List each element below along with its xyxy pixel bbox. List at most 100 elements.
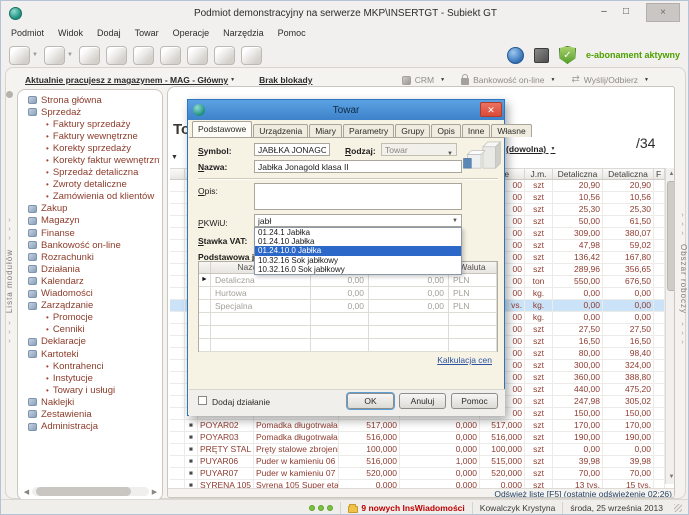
nazwa-input[interactable]: [254, 160, 462, 173]
resize-grip[interactable]: [674, 504, 682, 512]
tool-icon-6[interactable]: [160, 46, 181, 65]
table-row[interactable]: ■ PUYAR06 Puder w kamieniu 06 516,000 1,…: [170, 456, 665, 468]
sidebar-item[interactable]: • Naklejki: [22, 396, 160, 408]
sidebar-item[interactable]: • Rozrachunki: [22, 251, 160, 263]
dropdown-option[interactable]: 10.32.16 Sok jabłkowy: [255, 256, 461, 265]
menu-item[interactable]: Towar: [135, 28, 159, 42]
dialog-tab[interactable]: Opis: [431, 124, 460, 137]
price-row[interactable]: Hurtowa 0,00 0,00 PLN: [199, 287, 497, 300]
sidebar-item[interactable]: • Kontrahenci: [22, 360, 160, 372]
menu-item[interactable]: Operacje: [173, 28, 210, 42]
dialog-tab[interactable]: Grupy: [395, 124, 430, 137]
symbol-input[interactable]: [254, 143, 330, 156]
scroll-down-icon[interactable]: ▼: [666, 471, 675, 483]
dialog-close-button[interactable]: ✕: [480, 102, 502, 117]
price-row[interactable]: ► Detaliczna 0,00 0,00 PLN: [199, 274, 497, 287]
sidebar-item[interactable]: • Zakup: [22, 203, 160, 215]
price-row[interactable]: [199, 313, 497, 326]
sidebar-item[interactable]: • Faktury sprzedaży: [22, 118, 160, 130]
dialog-tab[interactable]: Inne: [462, 124, 491, 137]
sidebar-item[interactable]: • Deklaracje: [22, 336, 160, 348]
pomoc-button[interactable]: Pomoc: [451, 393, 498, 409]
dialog-tab[interactable]: Miary: [309, 124, 342, 137]
tool-icon-7[interactable]: [187, 46, 208, 65]
table-row[interactable]: ■ POYAR03 Pomadka długotrwała 03 516,000…: [170, 432, 665, 444]
sidebar-item[interactable]: • Sprzedaż detaliczna: [22, 167, 160, 179]
sidebar-item[interactable]: • Zarządzanie: [22, 300, 160, 312]
sidebar-item[interactable]: • Instytucje: [22, 372, 160, 384]
dropdown-option[interactable]: 01.24.10.0 Jabłka: [255, 246, 461, 255]
chevron-down-icon[interactable]: ▼: [452, 218, 458, 224]
blokada-link[interactable]: Brak blokady: [259, 75, 312, 85]
right-strip[interactable]: › › › Obszar roboczy › › ›: [676, 91, 689, 491]
dialog-tab[interactable]: Podstawowe: [192, 121, 252, 137]
dropdown-option[interactable]: 01.24.1 Jabłka: [255, 228, 461, 237]
tool-icon-9[interactable]: [241, 46, 262, 65]
price-row[interactable]: [199, 339, 497, 352]
tool-icon-8[interactable]: [214, 46, 235, 65]
sidebar-item[interactable]: • Zwroty detaliczne: [22, 179, 160, 191]
column-header[interactable]: Detaliczna: [553, 169, 603, 179]
shield-check-icon[interactable]: ✓: [559, 46, 576, 64]
menu-item[interactable]: Widok: [58, 28, 83, 42]
refresh-link[interactable]: Odśwież listę [F5] (ostatnie odświeżenie…: [494, 489, 672, 498]
sidebar-item[interactable]: • Wiadomości: [22, 288, 160, 300]
maximize-button[interactable]: □: [618, 5, 634, 20]
menu-item[interactable]: Dodaj: [97, 28, 121, 42]
left-strip[interactable]: › › › Lista modułów › › ›: [3, 91, 16, 491]
sidebar-item[interactable]: • Korekty sprzedaży: [22, 142, 160, 154]
menu-item[interactable]: Narzędzia: [223, 28, 264, 42]
table-row[interactable]: ■ PRĘTY STAL Pręty stalowe zbrojeniowe f…: [170, 444, 665, 456]
dialog-tab[interactable]: Urządzenia: [253, 124, 308, 137]
dropdown-option[interactable]: 01.24.10 Jabłka: [255, 237, 461, 246]
sidebar-item[interactable]: • Kalendarz: [22, 275, 160, 287]
sidebar-item[interactable]: • Finanse: [22, 227, 160, 239]
sidebar-item[interactable]: • Strona główna: [22, 94, 160, 106]
scroll-left-icon[interactable]: ◀: [21, 488, 32, 496]
tool-icon-1[interactable]: ▼: [9, 46, 38, 65]
column-header[interactable]: [170, 169, 185, 179]
opis-textarea[interactable]: [254, 183, 462, 210]
dropdown-option[interactable]: 10.32.16.0 Sok jabłkowy: [255, 265, 461, 274]
menu-item[interactable]: Podmiot: [11, 28, 44, 42]
sidebar-item[interactable]: • Towary i usługi: [22, 384, 160, 396]
menu-item[interactable]: Pomoc: [278, 28, 306, 42]
tool-icon-4[interactable]: [106, 46, 127, 65]
anuluj-button[interactable]: Anuluj: [399, 393, 446, 409]
close-button[interactable]: ×: [646, 3, 680, 22]
scroll-thumb[interactable]: [667, 181, 675, 291]
sidebar-item[interactable]: • Faktury wewnętrzne: [22, 130, 160, 142]
price-row[interactable]: Specjalna 0,00 0,00 PLN: [199, 300, 497, 313]
dialog-tab[interactable]: Własne: [491, 124, 531, 137]
scroll-right-icon[interactable]: ▶: [149, 488, 160, 496]
globe-icon[interactable]: [507, 47, 524, 64]
sidebar-item[interactable]: • Cenniki: [22, 324, 160, 336]
wyslij-control[interactable]: ⇄Wyślij/Odbierz▼: [571, 75, 649, 85]
crm-control[interactable]: CRM▼: [402, 75, 445, 85]
tool-icon-5[interactable]: [133, 46, 154, 65]
cube-icon[interactable]: [534, 48, 549, 63]
kalkulacja-cen-link[interactable]: Kalkulacja cen: [437, 355, 492, 365]
sidebar-item[interactable]: • Promocje: [22, 312, 160, 324]
sidebar-item[interactable]: • Korekty faktur wewnętrznych: [22, 154, 160, 166]
column-header[interactable]: Detaliczna: [603, 169, 654, 179]
column-header[interactable]: J.m.: [525, 169, 553, 179]
sidebar-item[interactable]: • Administracja: [22, 421, 160, 433]
scroll-thumb[interactable]: [36, 487, 131, 496]
sidebar-item[interactable]: • Kartoteki: [22, 348, 160, 360]
pkwiu-input[interactable]: [254, 214, 462, 227]
tool-icon-3[interactable]: [79, 46, 100, 65]
sidebar-item[interactable]: • Zamówienia od klientów: [22, 191, 160, 203]
column-header[interactable]: F: [654, 169, 665, 179]
sidebar-item[interactable]: • Magazyn: [22, 215, 160, 227]
messages-segment[interactable]: 9 nowych InsWiadomości: [340, 502, 471, 514]
table-row[interactable]: ■ PUYAR07 Puder w kamieniu 07 520,000 0,…: [170, 468, 665, 480]
ok-button[interactable]: OK: [347, 393, 394, 409]
bankowosc-control[interactable]: Bankowość on-line▼: [461, 75, 555, 85]
filter-dowolna[interactable]: (dowolna) ▼: [506, 144, 555, 154]
table-row[interactable]: ■ POYAR02 Pomadka długotrwała 02 517,000…: [170, 420, 665, 432]
scroll-track[interactable]: [32, 487, 149, 496]
price-row[interactable]: [199, 326, 497, 339]
filter-caret-icon[interactable]: ▼: [171, 154, 178, 161]
tool-icon-2[interactable]: ▼: [44, 46, 73, 65]
